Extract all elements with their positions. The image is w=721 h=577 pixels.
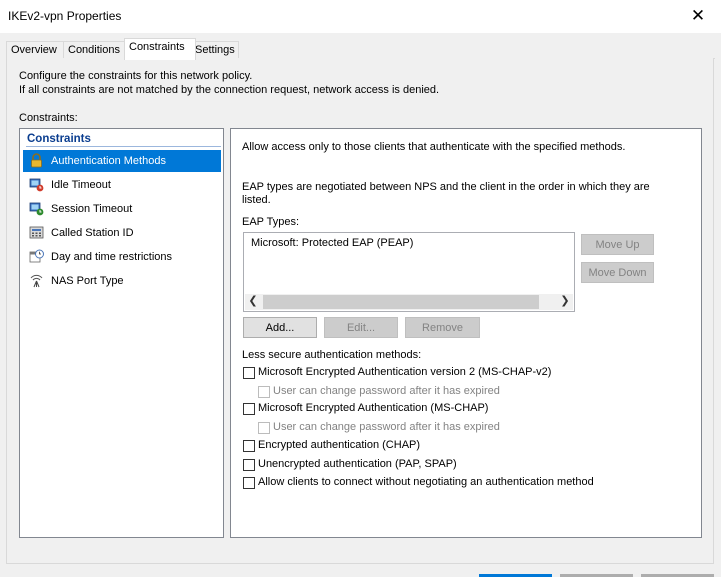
pap-spap-label: Unencrypted authentication (PAP, SPAP) <box>258 458 457 470</box>
chap-checkbox[interactable] <box>243 440 255 452</box>
tree-item-authentication-methods[interactable]: Authentication Methods <box>23 150 221 172</box>
tree-item-called-station-id[interactable]: Called Station ID <box>23 222 221 244</box>
ms-chap-change-password-label: User can change password after it has ex… <box>273 421 500 433</box>
antenna-icon <box>29 273 44 288</box>
ms-chap-v2-change-password-checkbox[interactable] <box>258 386 270 398</box>
ms-chap-checkbox[interactable] <box>243 403 255 415</box>
constraints-label: Constraints: <box>19 112 78 124</box>
ms-chap-v2-change-password-label: User can change password after it has ex… <box>273 385 500 397</box>
pane-description: Allow access only to those clients that … <box>242 141 626 153</box>
less-secure-label: Less secure authentication methods: <box>242 349 422 361</box>
list-item[interactable]: Microsoft: Protected EAP (PEAP) <box>251 237 413 249</box>
tree-item-label: NAS Port Type <box>51 275 124 287</box>
tree-item-label: Session Timeout <box>51 203 133 215</box>
eap-types-label: EAP Types: <box>242 216 300 228</box>
move-down-button[interactable]: Move Down <box>581 262 654 283</box>
remove-button[interactable]: Remove <box>405 317 480 338</box>
tab-settings[interactable]: Settings <box>190 41 239 59</box>
intro-line-1: Configure the constraints for this netwo… <box>19 70 253 82</box>
tree-item-nas-port-type[interactable]: NAS Port Type <box>23 270 221 292</box>
tree-header-divider <box>26 146 221 147</box>
window-title: IKEv2-vpn Properties <box>8 9 122 23</box>
ms-chap-v2-checkbox[interactable] <box>243 367 255 379</box>
tree-header: Constraints <box>27 133 91 145</box>
lock-icon <box>29 153 44 168</box>
add-button[interactable]: Add... <box>243 317 317 338</box>
ms-chap-v2-label: Microsoft Encrypted Authentication versi… <box>258 366 552 378</box>
tab-overview[interactable]: Overview <box>6 41 66 59</box>
chap-label: Encrypted authentication (CHAP) <box>258 439 421 451</box>
horizontal-scrollbar[interactable]: ❮ ❯ <box>245 294 573 310</box>
idle-timeout-icon <box>29 177 44 192</box>
session-timeout-icon <box>29 201 44 216</box>
pap-spap-checkbox[interactable] <box>243 459 255 471</box>
tree-item-idle-timeout[interactable]: Idle Timeout <box>23 174 221 196</box>
eap-types-list[interactable]: Microsoft: Protected EAP (PEAP) ❮ ❯ <box>243 232 575 312</box>
eap-description-line-1: EAP types are negotiated between NPS and… <box>242 181 650 193</box>
unauthenticated-access-label: Allow clients to connect without negotia… <box>258 476 594 488</box>
tree-item-session-timeout[interactable]: Session Timeout <box>23 198 221 220</box>
tree-item-label: Called Station ID <box>51 227 134 239</box>
scrollbar-thumb[interactable] <box>263 295 539 309</box>
title-bar: IKEv2-vpn Properties ✕ <box>0 0 721 33</box>
intro-line-2: If all constraints are not matched by th… <box>19 84 440 96</box>
unauthenticated-access-checkbox[interactable] <box>243 477 255 489</box>
tree-item-label: Authentication Methods <box>51 155 166 167</box>
ms-chap-change-password-checkbox[interactable] <box>258 422 270 434</box>
tree-item-day-and-time-restrictions[interactable]: Day and time restrictions <box>23 246 221 268</box>
phone-icon <box>29 225 44 240</box>
constraints-tree: Constraints Authentication Methods Idle … <box>19 128 224 538</box>
calendar-clock-icon <box>29 249 44 264</box>
move-up-button[interactable]: Move Up <box>581 234 654 255</box>
ms-chap-label: Microsoft Encrypted Authentication (MS-C… <box>258 402 489 414</box>
tab-conditions[interactable]: Conditions <box>63 41 127 59</box>
scroll-left-icon[interactable]: ❮ <box>245 294 261 310</box>
edit-button[interactable]: Edit... <box>324 317 398 338</box>
tree-item-label: Day and time restrictions <box>51 251 173 263</box>
tree-item-label: Idle Timeout <box>51 179 111 191</box>
scroll-right-icon[interactable]: ❯ <box>557 294 573 310</box>
close-icon[interactable]: ✕ <box>675 0 721 33</box>
eap-description-line-2: listed. <box>242 194 271 206</box>
tab-constraints[interactable]: Constraints <box>124 38 196 60</box>
